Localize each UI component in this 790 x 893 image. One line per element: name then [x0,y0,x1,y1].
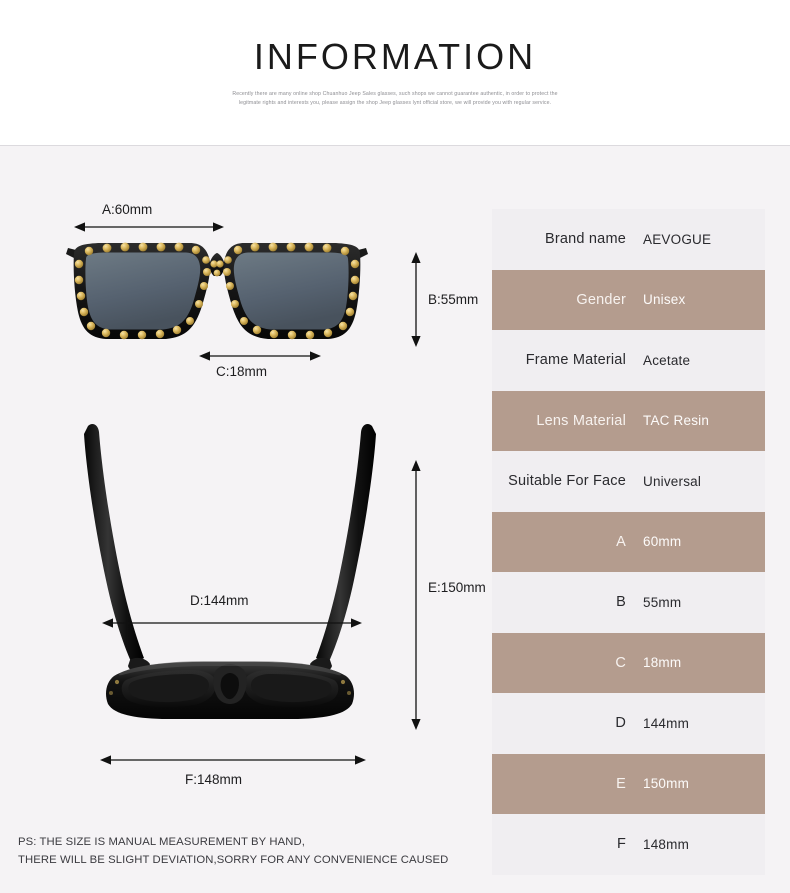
spec-value: 55mm [643,594,682,610]
table-row: Frame Material Acetate [492,330,765,391]
dimension-arrow-d [102,616,362,628]
table-row: C 18mm [492,632,765,693]
spec-value: TAC Resin [643,413,710,429]
spec-value: Unisex [643,292,686,308]
product-information-infographic: INFORMATION Recently there are many onli… [0,0,790,893]
disclaimer-line-2: THERE WILL BE SLIGHT DEVIATION,SORRY FOR… [18,854,449,867]
dimension-label-f: F:148mm [185,772,243,787]
spec-value: 150mm [643,776,690,792]
spec-value: 148mm [643,836,690,852]
spec-key: F [616,836,626,853]
table-row: Lens Material TAC Resin [492,390,765,451]
disclaimer-line-1: PS: THE SIZE IS MANUAL MEASUREMENT BY HA… [18,836,305,848]
table-row: D 144mm [492,693,765,754]
spec-value: 60mm [643,534,682,550]
spec-value: Universal [643,473,702,489]
sunglasses-front-view [62,232,372,357]
spec-key: E [616,775,626,792]
page-title: INFORMATION [253,36,537,77]
diagram-panel: A:60mm B:55mm C:18mm D:144mm E:150mm F:1… [0,146,492,893]
specification-table: Brand name AEVOGUE Gender Unisex Frame M… [492,209,765,875]
dimension-label-d: D:144mm [190,593,249,608]
dimension-arrow-e [410,460,422,730]
dimension-arrow-f [100,753,366,765]
spec-key: D [615,715,626,732]
dimension-label-b: B:55mm [428,292,479,307]
table-row: F 148mm [492,814,765,875]
dimension-arrow-c [199,349,321,361]
spec-key: Brand name [545,231,626,248]
header-banner: INFORMATION Recently there are many onli… [0,0,790,145]
spec-key: A [616,533,626,550]
measurement-disclaimer: PS: THE SIZE IS MANUAL MEASUREMENT BY HA… [18,833,478,870]
dimension-label-e: E:150mm [428,580,486,595]
table-row: Suitable For Face Universal [492,451,765,512]
header-subtitle: Recently there are many online shop Chua… [232,90,558,107]
spec-value: 18mm [643,655,682,671]
dimension-label-a: A:60mm [102,202,153,217]
sunglasses-top-view [70,414,390,734]
dimension-arrow-a [74,220,224,232]
spec-key: Gender [576,291,626,308]
table-row: E 150mm [492,753,765,814]
table-row: A 60mm [492,511,765,572]
table-row: Gender Unisex [492,269,765,330]
spec-key: Lens Material [536,412,626,429]
table-row: Brand name AEVOGUE [492,209,765,270]
dimension-arrow-b [410,252,422,347]
dimension-label-c: C:18mm [216,364,268,379]
spec-value: AEVOGUE [643,231,712,247]
spec-key: Frame Material [525,352,626,369]
table-row: B 55mm [492,572,765,633]
spec-key: Suitable For Face [508,473,626,490]
spec-key: B [616,594,626,611]
spec-value: 144mm [643,715,690,731]
spec-value: Acetate [643,352,691,368]
spec-key: C [615,654,626,671]
